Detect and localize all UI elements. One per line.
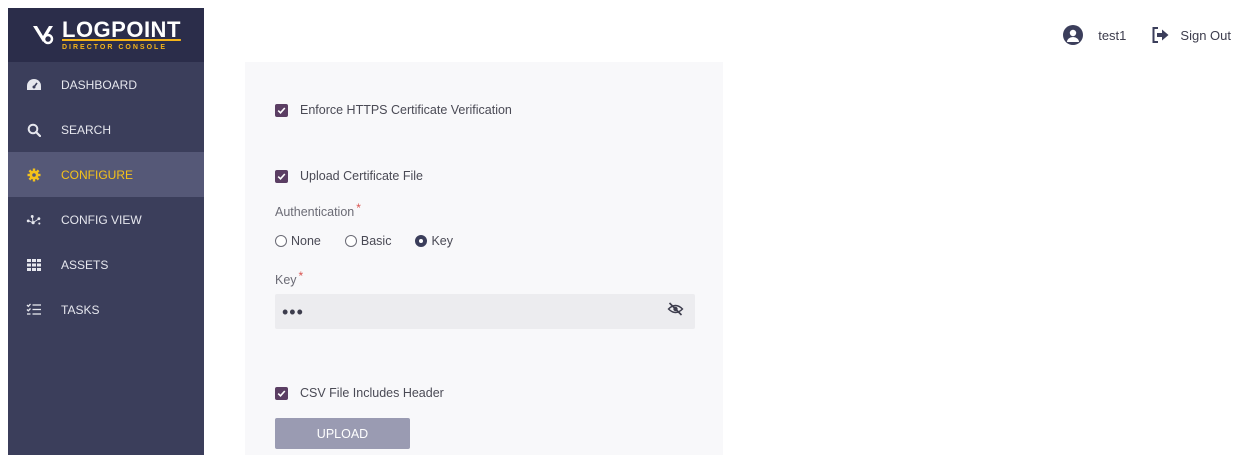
nav-label-dashboard: DASHBOARD (61, 77, 138, 92)
enforce-https-checkbox[interactable] (275, 103, 288, 117)
config-form-panel: Enforce HTTPS Certificate Verification U… (245, 62, 723, 455)
grid-icon (26, 257, 42, 273)
sign-out-icon (1152, 27, 1169, 43)
brand-name: LOGPOINT (62, 17, 181, 42)
nav-label-config-view: CONFIG VIEW (61, 212, 142, 227)
sign-out-button[interactable]: Sign Out (1152, 27, 1231, 43)
auth-radio-key-label: Key (431, 234, 454, 248)
nav-label-configure: CONFIGURE (61, 167, 133, 182)
network-nodes-icon (26, 212, 42, 228)
sidebar: LOGPOINT DIRECTOR CONSOLE DASHBOARD SEAR… (8, 8, 204, 455)
authentication-label-text: Authentication (275, 205, 355, 219)
nav-item-tasks[interactable]: TASKS (8, 287, 204, 332)
nav-label-tasks: TASKS (61, 302, 100, 317)
upload-cert-checkbox[interactable] (275, 169, 288, 183)
nav-item-search[interactable]: SEARCH (8, 107, 204, 152)
nav-item-assets[interactable]: ASSETS (8, 242, 204, 287)
enforce-https-label: Enforce HTTPS Certificate Verification (300, 103, 512, 117)
nav-item-configure[interactable]: CONFIGURE (8, 152, 204, 197)
nav-item-dashboard[interactable]: DASHBOARD (8, 62, 204, 107)
user-avatar-icon (1063, 25, 1084, 45)
radio-unchecked-icon (275, 235, 287, 247)
csv-header-checkbox-row[interactable]: CSV File Includes Header (275, 386, 444, 400)
nav-label-search: SEARCH (61, 122, 112, 137)
user-menu[interactable]: test1 (1063, 25, 1126, 45)
enforce-https-checkbox-row[interactable]: Enforce HTTPS Certificate Verification (275, 103, 512, 117)
gear-icon (26, 167, 42, 183)
radio-unchecked-icon (344, 235, 357, 247)
brand-subtitle: DIRECTOR CONSOLE (62, 44, 167, 51)
radio-checked-icon (415, 235, 428, 247)
upload-cert-label: Upload Certificate File (300, 169, 423, 183)
nav-item-config-view[interactable]: CONFIG VIEW (8, 197, 204, 242)
dashboard-gauge-icon (26, 77, 42, 93)
upload-button[interactable]: UPLOAD (275, 418, 410, 449)
required-asterisk: * (356, 201, 361, 215)
key-label: Key * (275, 269, 303, 287)
sign-out-label: Sign Out (1180, 27, 1231, 43)
csv-header-label: CSV File Includes Header (300, 386, 444, 400)
nav-label-assets: ASSETS (61, 257, 109, 272)
logpoint-logo-icon (33, 26, 54, 45)
key-label-text: Key (275, 273, 297, 287)
eye-slash-icon[interactable] (667, 302, 684, 321)
key-password-field[interactable]: ••• (275, 294, 695, 329)
auth-radio-none-label: None (291, 234, 321, 248)
app-root: LOGPOINT DIRECTOR CONSOLE DASHBOARD SEAR… (0, 0, 1253, 455)
auth-radio-basic-label: Basic (360, 234, 392, 248)
required-asterisk: * (298, 269, 304, 283)
auth-radio-basic[interactable]: Basic (344, 234, 392, 248)
key-masked-value: ••• (282, 301, 304, 322)
logo[interactable]: LOGPOINT DIRECTOR CONSOLE (8, 8, 204, 62)
tasks-checklist-icon (26, 302, 42, 318)
top-bar: test1 Sign Out (204, 8, 1253, 62)
authentication-label: Authentication * (275, 201, 361, 219)
auth-radio-none[interactable]: None (275, 234, 321, 248)
search-icon (26, 122, 42, 138)
auth-radio-key[interactable]: Key (415, 234, 453, 248)
username: test1 (1098, 27, 1127, 43)
csv-header-checkbox[interactable] (275, 386, 288, 400)
authentication-radio-group: None Basic Key (275, 234, 477, 248)
upload-cert-checkbox-row[interactable]: Upload Certificate File (275, 169, 423, 183)
